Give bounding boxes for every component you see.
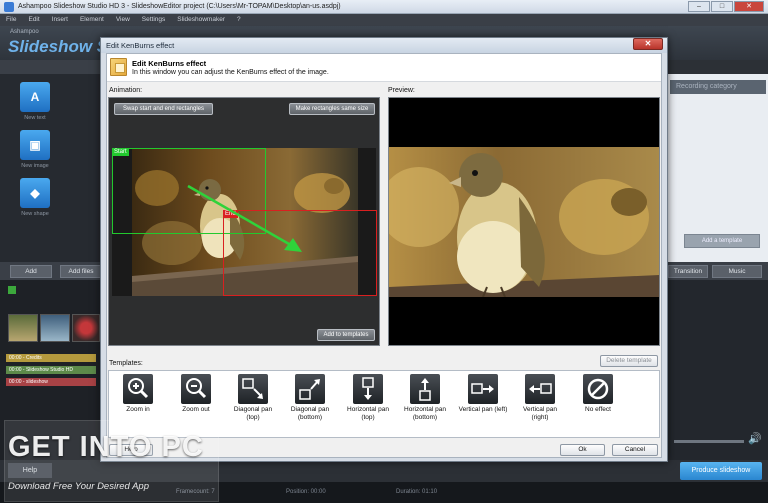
horizontal-pan-top-icon [353,374,383,404]
template-label: Diagonal pan (top) [233,406,273,421]
vertical-pan-right-icon [525,374,555,404]
template-label: Horizontal pan (top) [347,406,389,421]
menu-edit[interactable]: Edit [28,14,39,26]
template-pane: Recording category Add a template [664,74,768,262]
add-to-templates-button[interactable]: Add to templates [317,329,375,341]
app-icon [4,2,14,12]
diagonal-pan-bottom-icon [295,374,325,404]
menu-settings[interactable]: Settings [142,14,166,26]
same-size-button[interactable]: Make rectangles same size [289,103,375,115]
zoom-out-icon [181,374,211,404]
template-label: Horizontal pan (bottom) [404,406,446,421]
preview-label: Preview: [388,87,415,94]
menu-insert[interactable]: Insert [52,14,68,26]
new-shape-button[interactable]: ◆ [20,178,50,208]
template-label: No effect [585,406,611,413]
zoom-in-icon [123,374,153,404]
template-zoom-in[interactable]: Zoom in [113,374,163,414]
horizontal-pan-bottom-icon [410,374,440,404]
brand-logo: Slideshow St [8,37,114,56]
no-effect-icon [583,374,613,404]
new-text-button[interactable]: A [20,82,50,112]
template-zoom-out[interactable]: Zoom out [171,374,221,414]
preview-controls: 🔊 [664,280,768,460]
timeline-add-button[interactable]: Add [10,265,52,278]
music-button[interactable]: Music [712,265,762,278]
watermark-tagline: Download Free Your Desired App [8,481,149,492]
preview-image [389,147,659,297]
header-title: Edit KenBurns effect [132,59,207,68]
status-position: Position: 00:00 [286,489,326,495]
maximize-button[interactable]: □ [711,1,733,12]
dialog-close-button[interactable]: ✕ [633,38,663,50]
timeline-track[interactable]: 00:00 - Credits [6,354,96,362]
bird-preview-photo [389,147,659,297]
start-tag: Start [112,148,129,156]
new-image-label: New image [21,163,49,169]
menu-slideshowmaker[interactable]: Slideshowmaker [177,14,225,26]
timeline-add-files-button[interactable]: Add files [60,265,102,278]
menu-bar: File Edit Insert Element View Settings S… [0,14,768,26]
element-panel: A New text ▣ New image ◆ New shape [0,74,102,262]
template-vertical-pan-left[interactable]: Vertical pan (left) [458,374,508,414]
template-label: Zoom out [182,406,210,413]
dialog-title: Edit KenBurns effect [106,41,175,50]
recording-category-header[interactable]: Recording category [670,80,766,94]
template-diagonal-pan-bottom[interactable]: Diagonal pan (bottom) [285,374,335,422]
toolbar [0,60,102,74]
pan-direction-arrow [187,184,302,252]
slide-thumbnail[interactable] [72,314,100,342]
ok-button[interactable]: Ok [560,444,605,456]
template-no-effect[interactable]: No effect [573,374,623,414]
menu-view[interactable]: View [116,14,130,26]
minimize-button[interactable]: – [688,1,710,12]
slide-thumbnail[interactable] [40,314,70,342]
template-diagonal-pan-top[interactable]: Diagonal pan (top) [228,374,278,422]
template-label: Zoom in [126,406,150,413]
add-template-button[interactable]: Add a template [684,234,760,248]
menu-element[interactable]: Element [80,14,104,26]
dialog-title-bar: Edit KenBurns effect [101,38,667,53]
animation-label: Animation: [109,87,143,94]
diagonal-pan-top-icon [238,374,268,404]
timeline-track[interactable]: 00:00 - Slideshow Studio HD [6,366,96,374]
delete-template-button[interactable]: Delete template [600,355,658,367]
watermark-logo: GET INTO PC [8,431,204,463]
new-text-label: New text [24,115,46,121]
app-title-bar: Ashampoo Slideshow Studio HD 3 - Slidesh… [0,0,768,14]
template-label: Vertical pan (right) [523,406,557,421]
brand-vendor: Ashampoo [10,29,39,35]
menu-file[interactable]: File [6,14,16,26]
app-title: Ashampoo Slideshow Studio HD 3 - Slidesh… [18,3,341,10]
close-window-button[interactable]: ✕ [734,1,764,12]
volume-slider[interactable] [674,440,744,443]
timeline-track[interactable]: 00:00 - slideshow [6,378,96,386]
new-image-button[interactable]: ▣ [20,130,50,160]
slide-thumbnail[interactable] [8,314,38,342]
timeline-marker [8,286,16,294]
swap-rectangles-button[interactable]: Swap start and end rectangles [114,103,213,115]
menu-help[interactable]: ? [237,14,241,26]
window-controls: – □ ✕ [688,1,764,12]
kenburns-icon [110,58,127,76]
template-horizontal-pan-bottom[interactable]: Horizontal pan (bottom) [400,374,450,422]
template-vertical-pan-right[interactable]: Vertical pan (right) [515,374,565,422]
transition-button[interactable]: Transition [668,265,708,278]
template-label: Vertical pan (left) [458,406,508,413]
vertical-pan-left-icon [468,374,498,404]
header-description: In this window you can adjust the KenBur… [132,69,329,76]
produce-slideshow-button[interactable]: Produce slideshow [680,462,762,480]
template-label: Diagonal pan (bottom) [290,406,330,421]
status-duration: Duration: 01:10 [396,489,438,495]
cancel-button[interactable]: Cancel [612,444,658,456]
template-horizontal-pan-top[interactable]: Horizontal pan (top) [343,374,393,422]
new-shape-label: New shape [21,211,49,217]
templates-label: Templates: [109,360,143,367]
volume-icon[interactable]: 🔊 [748,432,762,445]
